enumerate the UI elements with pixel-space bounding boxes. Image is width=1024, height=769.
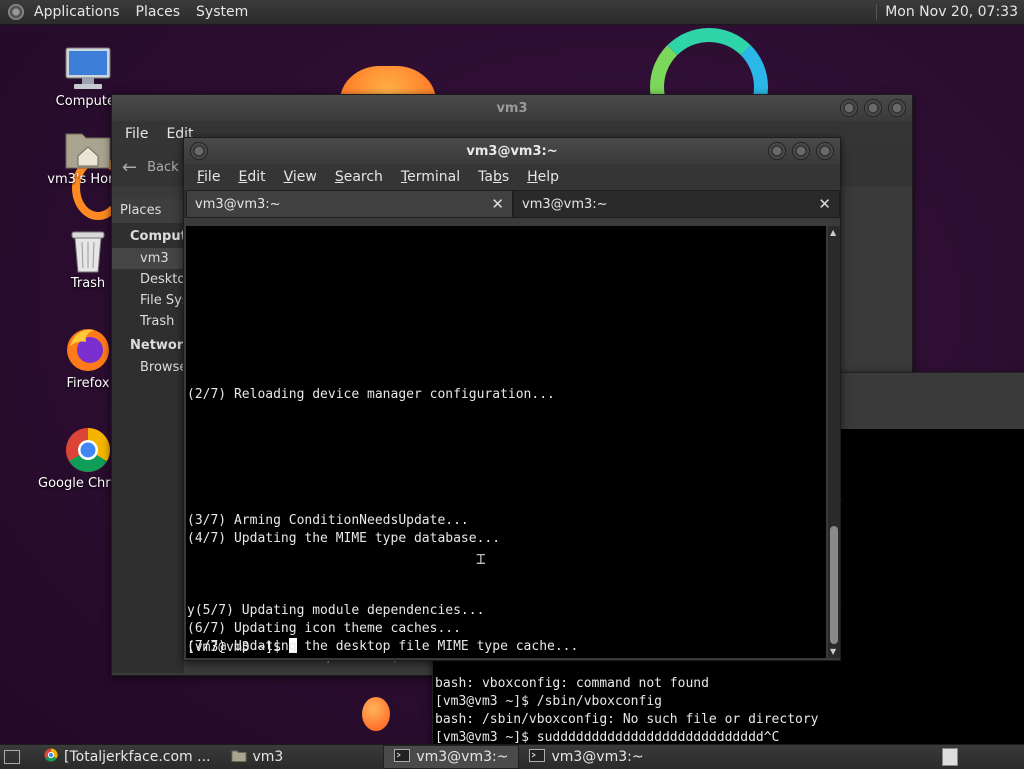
taskbar-item-label: vm3@vm3:~ [551, 749, 644, 765]
taskbar-item-4[interactable]: vm3@vm3:~ [519, 746, 653, 768]
terminal-icon [394, 748, 411, 766]
maximize-button[interactable] [864, 99, 882, 117]
sidebar-item-label: Desktop [140, 272, 184, 287]
applications-menu[interactable]: Applications [26, 4, 128, 20]
terminal-tab-1[interactable]: vm3@vm3:~ ✕ [186, 190, 513, 218]
task-list: [Totaljerkface.com ... vm3 vm3@vm3:~ vm3@vm… [34, 745, 654, 769]
terminal-line: y(5/7) Updating module dependencies... [187, 603, 485, 618]
scroll-down-arrow-icon[interactable]: ▼ [830, 647, 836, 656]
sidebar-item-trash[interactable]: Trash [112, 311, 184, 332]
terminal-output[interactable]: [vm3@vm3 ~]$ ⌶ (2/7) Reloading device ma… [186, 226, 826, 658]
file-manager-sidebar: Places Computer vm3 Desktop File System … [112, 199, 203, 673]
scroll-up-arrow-icon[interactable]: ▲ [830, 228, 836, 237]
computer-icon [65, 47, 111, 89]
close-button[interactable] [816, 142, 834, 160]
terminal-icon [529, 748, 546, 766]
taskbar-item-label: vm3@vm3:~ [416, 749, 509, 765]
panel-clock[interactable]: Mon Nov 20, 07:33 [876, 4, 1024, 20]
system-menu[interactable]: System [188, 4, 256, 20]
sidebar-item-desktop[interactable]: Desktop [112, 269, 184, 290]
terminal-menu-terminal[interactable]: Terminal [392, 169, 469, 185]
terminal-line: (4/7) Updating the MIME type database... [187, 531, 501, 546]
sidebar-item-label: vm3 [140, 251, 169, 266]
back-arrow-icon[interactable]: ← [122, 157, 137, 178]
window-menu-button[interactable] [190, 142, 208, 160]
wallpaper-orange-drop-decoration [362, 697, 390, 731]
folder-icon [231, 749, 247, 766]
places-dropdown[interactable]: Places [112, 199, 184, 223]
terminal-titlebar[interactable]: vm3@vm3:~ [184, 138, 840, 164]
terminal-menu-view[interactable]: View [275, 169, 326, 185]
terminal-scrollbar[interactable]: ▲ ▼ [828, 226, 840, 658]
close-tab-icon[interactable]: ✕ [491, 195, 504, 213]
close-button[interactable] [888, 99, 906, 117]
terminal-menu-help[interactable]: Help [518, 169, 568, 185]
trash-icon [71, 231, 105, 273]
ibeam-cursor-icon: ⌶ [476, 549, 486, 568]
sidebar-item-browse-network[interactable]: Browse Network [112, 357, 184, 378]
terminal-line: bash: /sbin/vboxconfig: No such file or … [435, 712, 819, 727]
maximize-button[interactable] [792, 142, 810, 160]
window-title: vm3 [496, 100, 528, 116]
taskbar-item-label: vm3 [252, 749, 284, 765]
terminal-tab-2[interactable]: vm3@vm3:~ ✕ [513, 190, 840, 218]
show-desktop-icon[interactable] [4, 750, 20, 764]
terminal-tab-bar: vm3@vm3:~ ✕ vm3@vm3:~ ✕ [184, 190, 840, 218]
terminal-menu-file[interactable]: File [188, 169, 229, 185]
sidebar-heading-computer: Computer [130, 229, 203, 244]
terminal-line: (2/7) Reloading device manager configura… [187, 387, 555, 402]
chrome-icon [66, 428, 110, 472]
minimize-button[interactable] [768, 142, 786, 160]
terminal-line: bash: vboxconfig: command not found [435, 676, 709, 691]
home-folder-icon [65, 133, 111, 169]
bottom-taskbar: [Totaljerkface.com ... vm3 vm3@vm3:~ vm3@vm… [0, 744, 1024, 769]
terminal-menu-edit[interactable]: Edit [229, 169, 274, 185]
file-manager-titlebar[interactable]: vm3 [112, 95, 912, 121]
workspace-switcher-icon[interactable] [942, 748, 958, 766]
taskbar-item-label: [Totaljerkface.com ... [64, 749, 211, 765]
tab-label: vm3@vm3:~ [195, 196, 281, 212]
terminal-line: [vm3@vm3 ~]$ /sbin/vboxconfig [435, 694, 662, 709]
menu-file[interactable]: File [116, 126, 157, 142]
window-title: vm3@vm3:~ [466, 143, 558, 159]
places-label: Places [120, 203, 162, 218]
sidebar-item-label: Trash [140, 314, 175, 329]
terminal-menu-search[interactable]: Search [326, 169, 392, 185]
distro-logo-icon[interactable] [8, 4, 24, 20]
sidebar-item-label: Browse Network [140, 360, 184, 375]
tab-label: vm3@vm3:~ [522, 196, 608, 212]
terminal-menu-tabs[interactable]: Tabs [469, 169, 518, 185]
terminal-menubar: File Edit View Search Terminal Tabs Help [184, 164, 840, 190]
close-tab-icon[interactable]: ✕ [818, 195, 831, 213]
scrollbar-thumb[interactable] [830, 526, 838, 644]
sidebar-item-label: File System [140, 293, 184, 308]
terminal-window[interactable]: vm3@vm3:~ File Edit View Search Terminal Tabs… [183, 137, 841, 661]
sidebar-heading-network: Network [130, 338, 192, 353]
top-panel: Applications Places System Mon Nov 20, 0… [0, 0, 1024, 25]
firefox-icon [67, 329, 109, 371]
taskbar-item-3[interactable]: vm3@vm3:~ [383, 745, 520, 769]
sidebar-item-vm3[interactable]: vm3 [112, 248, 184, 269]
terminal-line: (7/7) Updating the desktop file MIME typ… [187, 639, 579, 654]
sidebar-item-file-system[interactable]: File System [112, 290, 184, 311]
taskbar-item-1[interactable]: [Totaljerkface.com ... [34, 746, 221, 768]
chrome-icon [44, 748, 58, 766]
places-menu[interactable]: Places [128, 4, 189, 20]
terminal-line: (3/7) Arming ConditionNeedsUpdate... [187, 513, 469, 528]
minimize-button[interactable] [840, 99, 858, 117]
back-button-label[interactable]: Back [147, 160, 179, 175]
taskbar-item-2[interactable]: vm3 [221, 746, 294, 768]
terminal-line: (6/7) Updating icon theme caches... [187, 621, 461, 636]
